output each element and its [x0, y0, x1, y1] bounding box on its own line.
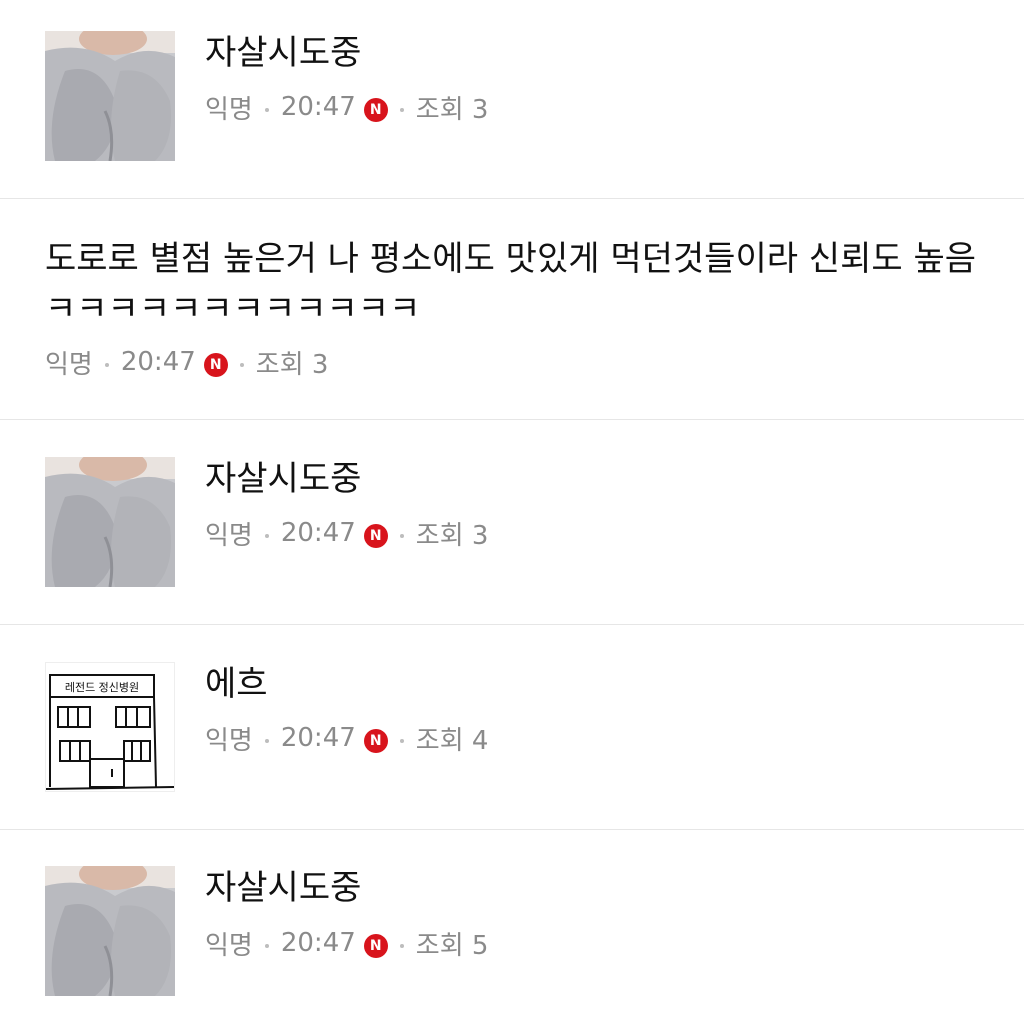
- separator-dot-icon: [264, 108, 269, 112]
- separator-dot-icon: [399, 944, 404, 948]
- post-title[interactable]: 자살시도중: [205, 866, 361, 910]
- post-author: 익명: [205, 725, 253, 756]
- post-thumbnail[interactable]: [45, 457, 175, 587]
- separator-dot-icon: [264, 739, 269, 743]
- post-time: 20:47: [280, 92, 356, 122]
- new-badge-icon: N: [363, 98, 388, 122]
- list-item[interactable]: 자살시도중 익명 20:47 N 조회 3: [0, 0, 1024, 198]
- post-title[interactable]: 자살시도중: [205, 31, 361, 75]
- post-body[interactable]: 도로로 별점 높은거 나 평소에도 맛있게 먹던것들이라 신뢰도 높음ㅋㅋㅋㅋㅋ…: [45, 234, 985, 334]
- photo-sweater-thumbnail-icon: [45, 866, 175, 996]
- post-meta: 익명 20:47 N 조회 3: [205, 90, 489, 125]
- list-item[interactable]: 도로로 별점 높은거 나 평소에도 맛있게 먹던것들이라 신뢰도 높음ㅋㅋㅋㅋㅋ…: [0, 199, 1024, 419]
- post-time: 20:47: [280, 928, 356, 958]
- post-thumbnail[interactable]: 레전드 정신병원: [45, 662, 175, 792]
- separator-dot-icon: [399, 739, 404, 743]
- list-item[interactable]: 자살시도중 익명 20:47 N 조회 5: [0, 830, 1024, 1023]
- separator-dot-icon: [399, 108, 404, 112]
- post-title[interactable]: 자살시도중: [205, 457, 361, 501]
- separator-dot-icon: [399, 534, 404, 538]
- post-feed: 자살시도중 익명 20:47 N 조회 3 도로로 별점 높은거 나 평소에도 …: [0, 0, 1024, 1023]
- post-time: 20:47: [120, 347, 196, 377]
- new-badge-icon: N: [363, 524, 388, 548]
- post-author: 익명: [45, 349, 93, 380]
- post-meta: 익명 20:47 N 조회 3: [205, 516, 489, 551]
- post-meta: 익명 20:47 N 조회 5: [205, 926, 489, 961]
- post-thumbnail[interactable]: [45, 31, 175, 161]
- post-meta: 익명 20:47 N 조회 3: [45, 345, 329, 380]
- post-views: 조회 4: [415, 725, 489, 756]
- new-badge-icon: N: [363, 729, 388, 753]
- post-views: 조회 5: [415, 930, 489, 961]
- separator-dot-icon: [264, 944, 269, 948]
- photo-sweater-thumbnail-icon: [45, 31, 175, 161]
- new-badge-icon: N: [363, 934, 388, 958]
- list-item[interactable]: 레전드 정신병원 에흐 익명 20:47 N 조회 4: [0, 625, 1024, 829]
- separator-dot-icon: [264, 534, 269, 538]
- post-views: 조회 3: [415, 94, 489, 125]
- post-views: 조회 3: [415, 520, 489, 551]
- new-badge-icon: N: [203, 353, 228, 377]
- list-item[interactable]: 자살시도중 익명 20:47 N 조회 3: [0, 420, 1024, 624]
- post-time: 20:47: [280, 518, 356, 548]
- post-author: 익명: [205, 930, 253, 961]
- post-time: 20:47: [280, 723, 356, 753]
- post-author: 익명: [205, 520, 253, 551]
- post-meta: 익명 20:47 N 조회 4: [205, 721, 489, 756]
- post-thumbnail[interactable]: [45, 866, 175, 996]
- separator-dot-icon: [239, 363, 244, 367]
- hospital-drawing-thumbnail-icon: 레전드 정신병원: [46, 663, 174, 791]
- separator-dot-icon: [104, 363, 109, 367]
- post-title[interactable]: 에흐: [205, 662, 268, 706]
- post-views: 조회 3: [255, 349, 329, 380]
- photo-sweater-thumbnail-icon: [45, 457, 175, 587]
- hospital-sign-text: 레전드 정신병원: [65, 681, 139, 694]
- post-author: 익명: [205, 94, 253, 125]
